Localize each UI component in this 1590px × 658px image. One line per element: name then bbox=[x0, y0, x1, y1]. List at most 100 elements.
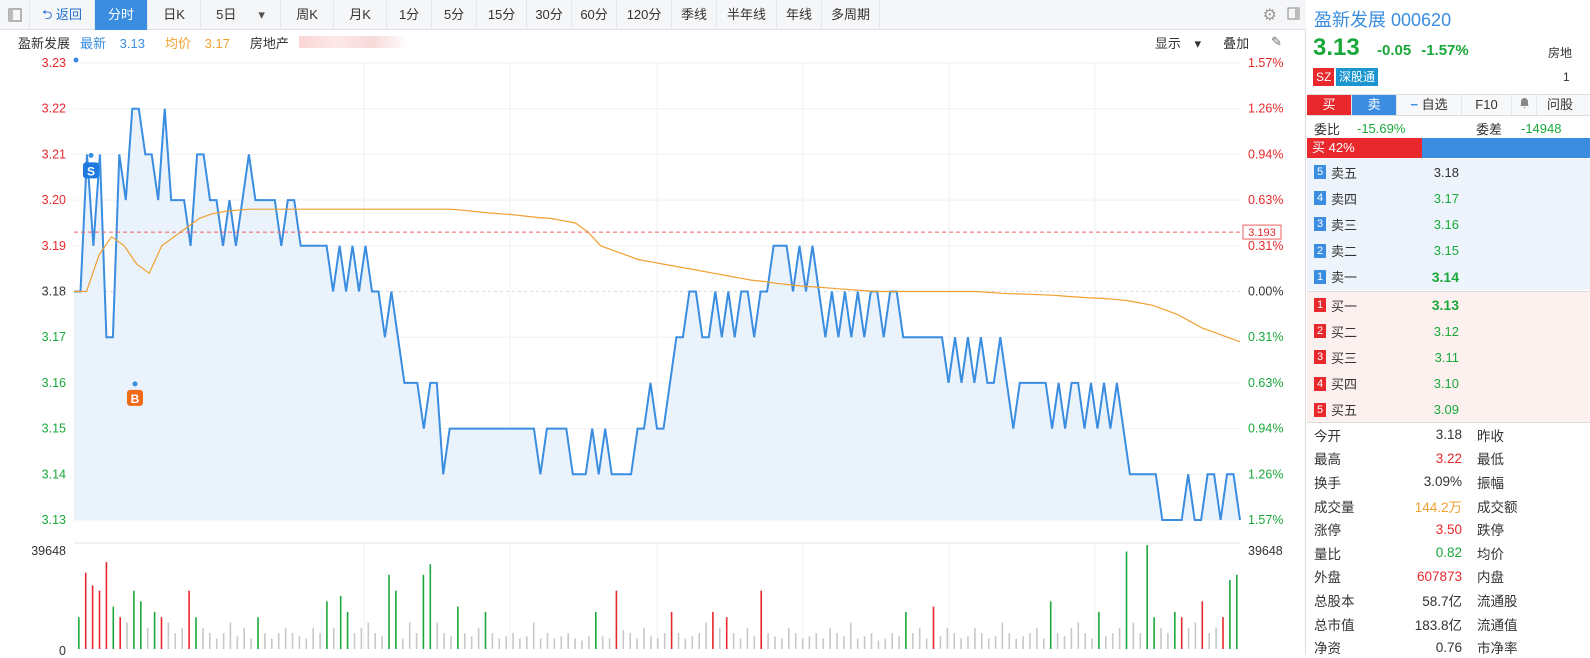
period-tab[interactable]: 日K bbox=[148, 0, 202, 30]
orderbook-row[interactable]: 3 买三 3.11 bbox=[1307, 344, 1590, 370]
period-tab[interactable]: 月K bbox=[334, 0, 388, 30]
orderbook-row[interactable]: 3 卖三 3.16 bbox=[1307, 211, 1590, 237]
volume-bar bbox=[339, 596, 342, 649]
sidebar-toggle-icon[interactable] bbox=[0, 0, 30, 30]
stock-title[interactable]: 盈新发展 000620 bbox=[1314, 6, 1451, 32]
volume-bar bbox=[712, 611, 714, 649]
volume-bar bbox=[1208, 633, 1210, 649]
orderbook-row[interactable]: 5 买五 3.09 bbox=[1307, 397, 1590, 423]
period-tab[interactable]: 60分 bbox=[572, 0, 618, 30]
volume-bar bbox=[381, 636, 383, 649]
period-tab[interactable]: 分时 bbox=[95, 0, 149, 30]
period-tab[interactable]: 15分 bbox=[477, 0, 528, 30]
volume-bar bbox=[146, 627, 149, 649]
volume-bar bbox=[181, 627, 183, 649]
period-tab-label: 60分 bbox=[580, 6, 608, 22]
volume-bar bbox=[1236, 574, 1238, 649]
chart-svg: 3.23 3.22 3.21 3.20 3.19 3.18 3.17 3.16 3.15 3.14… bbox=[31, 56, 1283, 658]
level-label: 卖三 bbox=[1331, 217, 1358, 233]
timeshare-chart[interactable]: 3.23 3.22 3.21 3.20 3.19 3.18 3.17 3.16 3.15 3.14… bbox=[0, 53, 1306, 658]
orderbook-row[interactable]: 2 卖二 3.15 bbox=[1307, 238, 1590, 264]
period-tab[interactable]: 5日 ▾ bbox=[201, 0, 282, 30]
volume-bar bbox=[215, 638, 218, 649]
volume-bar bbox=[236, 636, 239, 649]
chevron-down-icon[interactable]: ▾ bbox=[258, 7, 265, 22]
volume-bar bbox=[402, 638, 404, 649]
level-label: 卖二 bbox=[1331, 244, 1358, 260]
period-tab[interactable]: 120分 bbox=[617, 0, 673, 30]
y-tick-right: 0.31% bbox=[1248, 239, 1283, 253]
period-tab-label: 分时 bbox=[108, 6, 135, 22]
volume-bar bbox=[133, 590, 135, 649]
bid-book: 1 买一 3.13 2 买二 3.12 3 买三 3.11 4 买四 3.10 5 买五 3.09 bbox=[1307, 291, 1590, 423]
display-menu[interactable]: 显示 ▾ bbox=[1155, 33, 1201, 52]
orderbook-row[interactable]: 4 买四 3.10 bbox=[1307, 371, 1590, 397]
weibi-label: 委比 bbox=[1314, 121, 1341, 137]
orderbook-row[interactable]: 1 买一 3.13 bbox=[1307, 292, 1590, 318]
period-tab-label: 120分 bbox=[626, 6, 662, 22]
stat-label: 换手 bbox=[1314, 475, 1341, 491]
y-tick-right: 1.57% bbox=[1248, 513, 1283, 527]
orderbook-row[interactable]: 4 卖四 3.17 bbox=[1307, 185, 1590, 211]
y-tick-left: 3.13 bbox=[42, 513, 66, 527]
panel-toggle-icon[interactable] bbox=[1287, 7, 1300, 23]
volume-bar bbox=[539, 638, 542, 649]
stat-label: 总股本 bbox=[1314, 593, 1355, 609]
overlay-button[interactable]: 叠加 bbox=[1223, 33, 1249, 52]
volume-bar bbox=[436, 622, 438, 649]
period-tab[interactable]: 30分 bbox=[527, 0, 573, 30]
y-tick-right: 0.94% bbox=[1248, 422, 1283, 436]
period-tab[interactable]: 季线 bbox=[672, 0, 718, 30]
period-tab-label: 日K bbox=[163, 6, 185, 22]
brush-icon[interactable]: ✎ bbox=[1271, 34, 1282, 50]
volume-bar bbox=[1194, 622, 1197, 649]
back-button[interactable]: ⮌ 返回 bbox=[30, 0, 96, 30]
watchlist-tab[interactable]: − 自选 bbox=[1397, 95, 1462, 115]
volume-bar bbox=[794, 633, 797, 649]
level-price: 3.18 bbox=[1433, 164, 1459, 180]
volume-bar bbox=[953, 633, 955, 649]
period-tab[interactable]: 5分 bbox=[432, 0, 478, 30]
level-label: 买四 bbox=[1331, 377, 1358, 393]
sell-tab[interactable]: 卖 bbox=[1352, 95, 1397, 115]
stat-label-2: 振幅 bbox=[1477, 475, 1504, 491]
ask-tab[interactable]: 问股 bbox=[1537, 95, 1590, 115]
volume-bar bbox=[477, 627, 480, 649]
stat-value: 0.76 bbox=[1435, 639, 1462, 655]
f10-tab[interactable]: F10 bbox=[1462, 95, 1512, 115]
stat-row: 总股本 58.7亿 流通股 bbox=[1307, 588, 1590, 612]
bell-icon[interactable] bbox=[1512, 95, 1537, 115]
volume-bar bbox=[781, 638, 783, 649]
level-badge: 4 bbox=[1314, 191, 1326, 206]
volume-bar bbox=[319, 633, 321, 649]
market-tag-sz: SZ bbox=[1313, 68, 1335, 86]
period-tab[interactable]: 周K bbox=[281, 0, 335, 30]
period-tab[interactable]: 半年线 bbox=[717, 0, 778, 30]
volume-bar bbox=[1201, 601, 1204, 649]
orderbook-row[interactable]: 2 买二 3.12 bbox=[1307, 318, 1590, 344]
volume-bar bbox=[705, 622, 707, 649]
volume-bar bbox=[305, 638, 308, 649]
y-tick-left: 3.14 bbox=[42, 467, 66, 481]
buy-marker-label: B bbox=[131, 392, 140, 406]
stat-row: 涨停 3.50 跌停 bbox=[1307, 517, 1590, 541]
orderbook-row[interactable]: 5 卖五 3.18 bbox=[1307, 159, 1590, 185]
volume-bar bbox=[140, 601, 142, 649]
volume-bar bbox=[1187, 627, 1190, 649]
period-tab[interactable]: 年线 bbox=[777, 0, 823, 30]
volume-bar bbox=[925, 638, 928, 649]
buy-tab[interactable]: 买 bbox=[1307, 95, 1352, 115]
settings-icon[interactable]: ⚙ bbox=[1263, 5, 1277, 25]
orderbook-row[interactable]: 1 卖一 3.14 bbox=[1307, 264, 1590, 290]
connect-tag: 深股通 bbox=[1336, 68, 1379, 86]
period-tab[interactable]: 1分 bbox=[387, 0, 433, 30]
period-tab[interactable]: 多周期 bbox=[822, 0, 881, 30]
weibi-value: -15.69% bbox=[1357, 120, 1406, 136]
volume-bar bbox=[195, 617, 197, 649]
volume-bar bbox=[567, 633, 569, 649]
volume-bar bbox=[1022, 636, 1024, 649]
back-label: 返回 bbox=[56, 6, 83, 22]
volume-bar bbox=[1084, 633, 1086, 649]
volume-bar bbox=[464, 633, 466, 649]
volume-bar bbox=[1174, 611, 1176, 649]
